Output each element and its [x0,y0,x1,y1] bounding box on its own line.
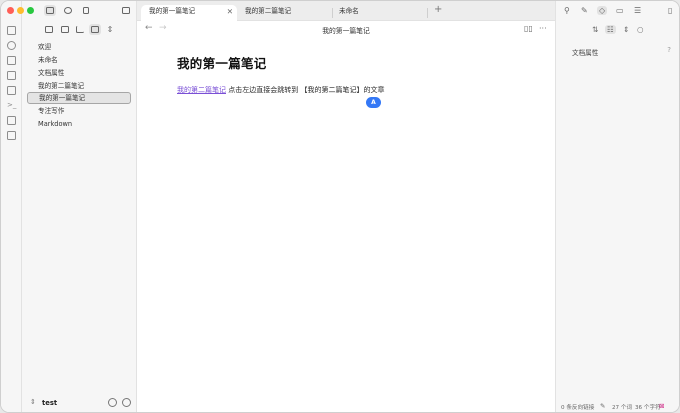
close-tab-icon[interactable]: ✕ [227,5,233,18]
note-heading: 我的第一篇笔记 [177,56,267,71]
file-item-active[interactable]: 我的第一篇笔记 [27,92,131,104]
collapse-all-button[interactable]: ⇕ [104,24,116,35]
search-view-button[interactable] [62,5,74,16]
edit-mode-icon[interactable]: ✎ [600,402,605,410]
ribbon: >_ [1,1,22,412]
zoom-window-button[interactable] [27,7,34,14]
file-item[interactable]: 专注写作 [27,105,131,117]
properties-help-icon[interactable]: ? [667,46,671,54]
close-window-button[interactable] [7,7,14,14]
file-new-icon[interactable] [7,26,16,35]
tab-label: 未命名 [339,7,359,15]
char-count: 36 个字符 [635,405,661,411]
paragraph-text: 点击左边直接会跳转到 【我的第二篇笔记】的文章 [226,86,385,94]
chevron-updown-icon: ⇕ [30,398,36,406]
canvas-icon[interactable] [7,56,16,65]
help-icon[interactable] [108,398,117,407]
sort-icon[interactable]: ⇅ [592,25,598,34]
view-header-title: 我的第一篇笔记 [322,27,370,35]
toggle-left-sidebar-button[interactable] [120,5,132,16]
toggle-right-sidebar-icon[interactable]: ▯ [668,6,672,15]
sort-icon [76,25,84,33]
book-icon[interactable] [7,131,16,140]
file-item[interactable]: 我的第二篇笔记 [27,80,131,92]
folder-icon [46,6,54,14]
expand-icon[interactable]: ⇕ [623,25,629,34]
word-count: 27 个词 [612,405,633,411]
new-folder-button[interactable] [59,24,71,35]
new-note-button[interactable] [43,24,55,35]
tab-label: 我的第二篇笔记 [245,7,292,15]
files-view-button[interactable] [44,5,56,16]
cursor-badge: A [366,97,381,108]
tab[interactable]: 未命名 [331,5,427,21]
search-icon [64,6,72,14]
properties-label: 文档属性 [572,49,599,57]
new-tab-plus-icon[interactable]: + [434,4,442,15]
backlinks-count[interactable]: 0 条反向链接 [561,403,594,411]
tab-active[interactable]: 我的第一篇笔记 ✕ [141,5,237,21]
vault-name: test [42,399,58,407]
sync-status-icon[interactable]: ⊠ [659,402,664,410]
tab-divider [427,8,428,18]
reading-view-icon[interactable]: ▯▯ [524,24,533,33]
copy-icon[interactable] [7,86,16,95]
terminal-icon[interactable]: >_ [7,101,16,110]
auto-reveal-button[interactable] [89,24,101,35]
internal-link[interactable]: 我的第二篇笔记 [177,86,226,94]
edit-icon [45,25,53,33]
tab-label: 我的第一篇笔记 [149,7,196,15]
search-icon[interactable]: ○ [637,25,644,34]
link-icon[interactable]: ⚲ [564,6,570,15]
sort-button[interactable] [74,24,86,35]
right-sidebar: ⚲ ✎ ◇ ▭ ☰ ▯ ⇅ ☷ ⇕ ○ 文档属性 ? [555,1,679,412]
archive-icon[interactable]: ▭ [616,6,624,15]
app-window: >_ ⇕ 欢迎 未命名 文档属性 我的第二篇笔记 我的第一篇笔记 专注写作 Ma… [0,0,680,413]
outline-icon[interactable]: ☰ [634,6,641,15]
settings-gear-icon[interactable] [122,398,131,407]
tag-icon[interactable]: ◇ [597,6,608,15]
properties-view-icon[interactable]: ☷ [605,25,616,34]
sidebar-left-icon [122,6,130,14]
outgoing-link-icon[interactable]: ✎ [581,6,588,15]
reveal-icon [91,25,99,33]
file-item[interactable]: Markdown [27,118,131,130]
editor-pane: ← → 我的第一篇笔记 ▯▯ ··· 我的第一篇笔记 我的第二篇笔记 点击左边直… [137,21,555,412]
bookmark-icon [83,6,89,14]
tab[interactable]: 我的第二篇笔记 [237,5,331,21]
file-explorer-sidebar: ⇕ 欢迎 未命名 文档属性 我的第二篇笔记 我的第一篇笔记 专注写作 Markd… [7,1,137,412]
tab-bar: 我的第一篇笔记 ✕ 我的第二篇笔记 未命名 + [137,1,555,21]
file-item[interactable]: 欢迎 [27,41,131,53]
folder-plus-icon [61,25,69,33]
status-bar: 0 条反向链接 ✎ 27 个词 36 个字符 ⊠ [555,401,679,412]
list-icon[interactable] [7,116,16,125]
more-options-icon[interactable]: ··· [539,24,547,33]
calendar-icon[interactable] [7,71,16,80]
bookmarks-view-button[interactable] [80,5,92,16]
file-item[interactable]: 未命名 [27,54,131,66]
graph-icon[interactable] [7,41,16,50]
vault-switcher[interactable]: ⇕ test [22,392,137,412]
file-item[interactable]: 文档属性 [27,67,131,79]
note-paragraph: 我的第二篇笔记 点击左边直接会跳转到 【我的第二篇笔记】的文章 [177,85,384,95]
minimize-window-button[interactable] [17,7,24,14]
